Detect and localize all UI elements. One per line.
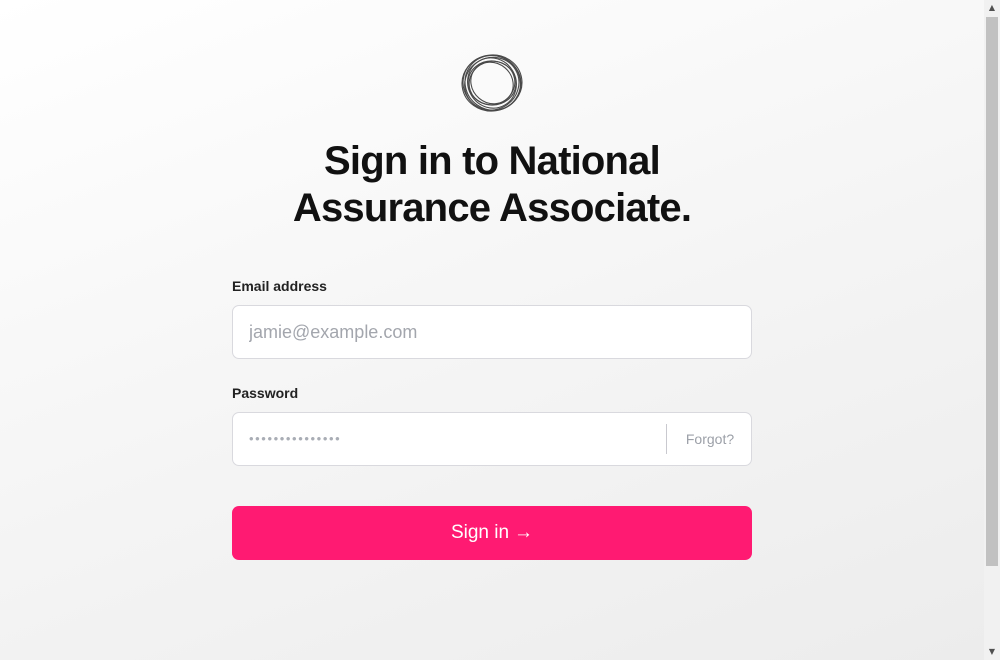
email-label: Email address <box>232 278 327 294</box>
email-input[interactable] <box>233 306 751 358</box>
email-field-container <box>232 305 752 359</box>
password-label: Password <box>232 385 299 401</box>
password-divider <box>666 424 667 454</box>
arrow-right-icon: → <box>514 522 534 543</box>
ring-logo-icon <box>461 54 523 112</box>
page-title: Sign in to National Assurance Associate. <box>232 138 752 232</box>
triangle-up-icon[interactable]: ▲ <box>984 0 1000 16</box>
title-line-1: Sign in to National <box>324 139 661 183</box>
sign-in-label: Sign in <box>450 522 510 543</box>
scrollbar-thumb[interactable] <box>986 17 998 566</box>
password-field-container: ••••••••••••••• Forgot? <box>232 412 752 466</box>
password-input[interactable] <box>233 413 665 465</box>
sign-in-button[interactable]: Sign in → <box>232 506 752 560</box>
title-line-2: Assurance Associate. <box>292 186 692 230</box>
vertical-scrollbar[interactable]: ▲ ▼ <box>984 0 1000 660</box>
forgot-password-link[interactable]: Forgot? <box>675 413 745 465</box>
signin-page: Sign in to National Assurance Associate.… <box>0 0 984 660</box>
triangle-down-icon[interactable]: ▼ <box>984 644 1000 660</box>
